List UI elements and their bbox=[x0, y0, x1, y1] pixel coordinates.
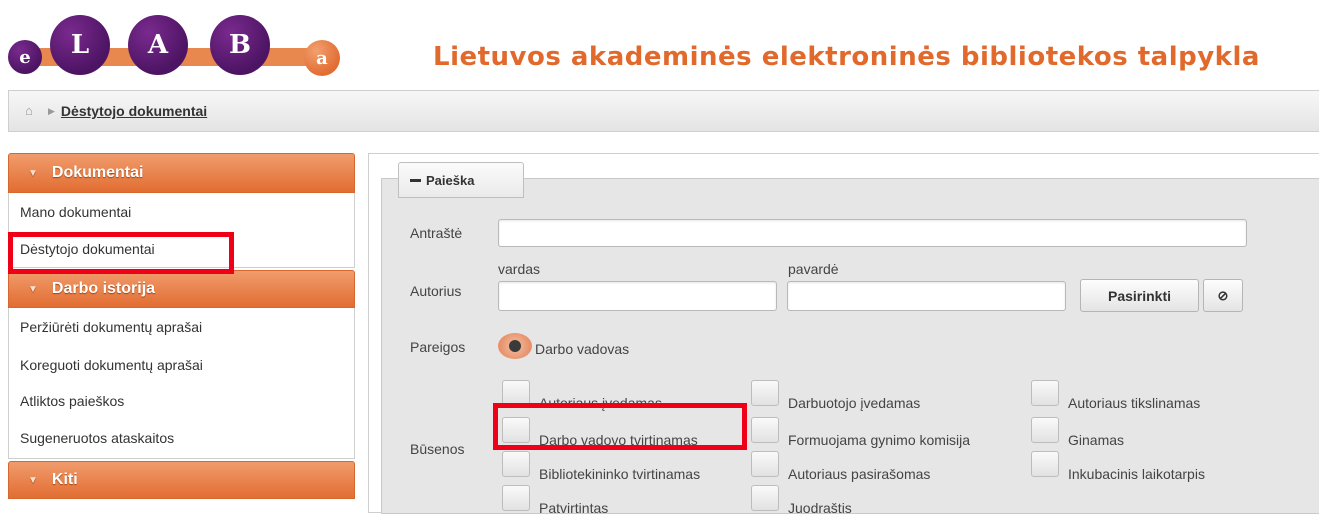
sidebar: ▼ Dokumentai Mano dokumentai Dėstytojo d… bbox=[8, 153, 355, 513]
logo-letter-l: L bbox=[50, 15, 110, 75]
chevron-down-icon: ▼ bbox=[28, 474, 38, 486]
breadcrumb: ⌂ ▶ Dėstytojo dokumentai bbox=[8, 90, 1319, 132]
minus-icon bbox=[410, 178, 421, 182]
status-checkbox[interactable]: Autoriaus tikslinamas bbox=[1031, 380, 1200, 411]
checkbox-label: Inkubacinis laikotarpis bbox=[1068, 466, 1205, 482]
checkbox-label: Juodraštis bbox=[788, 500, 852, 516]
breadcrumb-current-link[interactable]: Dėstytojo dokumentai bbox=[61, 103, 207, 119]
checkbox-label: Ginamas bbox=[1068, 432, 1125, 448]
status-checkbox[interactable]: Formuojama gynimo komisija bbox=[751, 417, 970, 448]
breadcrumb-arrow-icon: ▶ bbox=[48, 105, 55, 116]
checkbox-box[interactable] bbox=[1031, 451, 1059, 477]
last-name-input[interactable] bbox=[787, 281, 1066, 311]
checkbox-box[interactable] bbox=[502, 451, 530, 477]
status-checkbox[interactable]: Autoriaus pasirašomas bbox=[751, 451, 930, 482]
checkbox-label: Autoriaus pasirašomas bbox=[788, 466, 931, 482]
role-label: Pareigos bbox=[410, 339, 466, 355]
sidebar-section-dokumentai[interactable]: ▼ Dokumentai bbox=[8, 153, 355, 193]
checkbox-box[interactable] bbox=[1031, 417, 1059, 443]
title-input[interactable] bbox=[498, 219, 1247, 247]
checkbox-box[interactable] bbox=[502, 485, 530, 511]
site-title: Lietuvos akademinės elektroninės bibliot… bbox=[433, 42, 1260, 72]
role-option-label: Darbo vadovas bbox=[535, 341, 630, 357]
checkbox-box[interactable] bbox=[751, 417, 779, 443]
checkbox-box[interactable] bbox=[1031, 380, 1059, 406]
logo-letter-b: B bbox=[210, 15, 270, 75]
checkbox-label: Formuojama gynimo komisija bbox=[788, 432, 971, 448]
first-name-label: vardas bbox=[498, 261, 541, 277]
status-checkbox[interactable]: Bibliotekininko tvirtinamas bbox=[502, 451, 700, 482]
checkbox-box[interactable] bbox=[751, 485, 779, 511]
status-checkbox[interactable]: Juodraštis bbox=[751, 485, 852, 516]
sidebar-item-sugeneruotos-ataskaitos[interactable]: Sugeneruotos ataskaitos bbox=[9, 418, 354, 458]
search-panel: Antraštė vardas pavardė Autorius Pasirin… bbox=[381, 178, 1319, 516]
sidebar-section-darbo-istorija[interactable]: ▼ Darbo istorija bbox=[8, 270, 355, 308]
author-label: Autorius bbox=[410, 283, 462, 299]
logo-letter-a-small: a bbox=[304, 40, 340, 76]
tab-label: Paieška bbox=[426, 172, 475, 188]
chevron-down-icon: ▼ bbox=[28, 283, 38, 295]
sidebar-section-title: Kiti bbox=[51, 471, 78, 488]
sidebar-item-koreguoti[interactable]: Koreguoti dokumentų aprašai bbox=[9, 346, 354, 384]
status-label: Būsenos bbox=[410, 441, 465, 457]
main-panel: Antraštė vardas pavardė Autorius Pasirin… bbox=[368, 153, 1319, 516]
sidebar-section-title: Dokumentai bbox=[51, 164, 144, 181]
sidebar-item-mano-dokumentai[interactable]: Mano dokumentai bbox=[9, 193, 354, 231]
role-radio[interactable] bbox=[498, 333, 532, 359]
status-checkbox[interactable]: Patvirtintas bbox=[502, 485, 608, 516]
status-checkbox[interactable]: Ginamas bbox=[1031, 417, 1124, 448]
checkbox-box[interactable] bbox=[751, 451, 779, 477]
sidebar-section-title: Darbo istorija bbox=[51, 280, 156, 297]
sidebar-item-perziureti[interactable]: Peržiūrėti dokumentų aprašai bbox=[9, 308, 354, 346]
checkbox-label: Bibliotekininko tvirtinamas bbox=[539, 466, 701, 482]
checkbox-label: Darbuotojo įvedamas bbox=[788, 395, 921, 411]
highlight-box bbox=[8, 232, 234, 274]
home-icon[interactable]: ⌂ bbox=[25, 104, 38, 117]
highlight-box bbox=[493, 403, 747, 450]
status-checkbox[interactable]: Darbuotojo įvedamas bbox=[751, 380, 920, 411]
chevron-down-icon: ▼ bbox=[28, 167, 38, 179]
status-checkbox[interactable]: Inkubacinis laikotarpis bbox=[1031, 451, 1205, 482]
checkbox-box[interactable] bbox=[751, 380, 779, 406]
clear-icon[interactable]: ⊘ bbox=[1203, 279, 1243, 312]
last-name-label: pavardė bbox=[788, 261, 839, 277]
sidebar-item-atliktos-paieskos[interactable]: Atliktos paieškos bbox=[9, 384, 354, 418]
choose-button[interactable]: Pasirinkti bbox=[1080, 279, 1199, 312]
first-name-input[interactable] bbox=[498, 281, 777, 311]
checkbox-label: Patvirtintas bbox=[539, 500, 609, 516]
logo-letter-e: e bbox=[8, 40, 42, 74]
sidebar-section-body: Peržiūrėti dokumentų aprašai Koreguoti d… bbox=[8, 308, 355, 459]
title-label: Antraštė bbox=[410, 225, 463, 241]
elaba-logo[interactable]: e L A B a bbox=[8, 10, 353, 76]
logo-letter-a: A bbox=[128, 15, 188, 75]
sidebar-section-kiti[interactable]: ▼ Kiti bbox=[8, 461, 355, 499]
tab-paieska[interactable]: Paieška bbox=[398, 162, 524, 198]
checkbox-label: Autoriaus tikslinamas bbox=[1068, 395, 1201, 411]
